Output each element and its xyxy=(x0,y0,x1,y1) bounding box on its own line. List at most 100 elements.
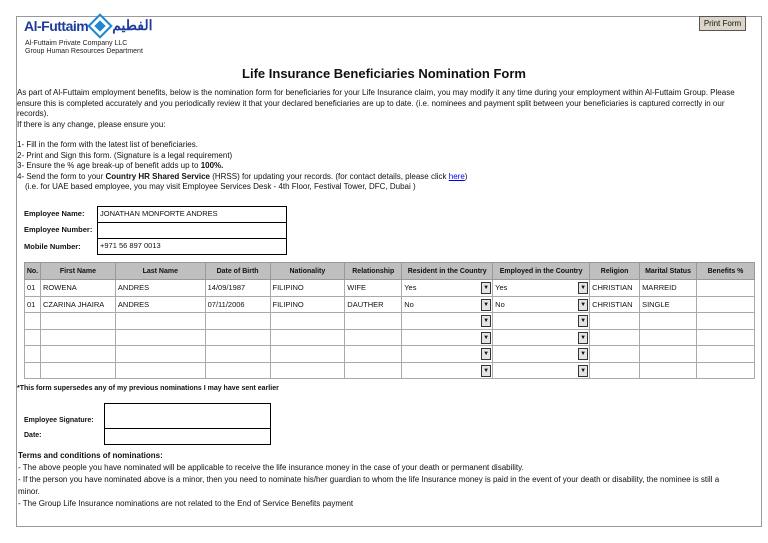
table-cell[interactable] xyxy=(696,345,755,363)
table-cell[interactable] xyxy=(24,328,41,346)
table-cell[interactable]: CZARINA JHAIRA xyxy=(39,295,116,313)
table-row: ▼ ▼ xyxy=(24,345,755,363)
table-cell[interactable] xyxy=(639,345,698,363)
dropdown-arrow-icon[interactable]: ▼ xyxy=(481,331,492,344)
signature-field[interactable] xyxy=(104,403,271,429)
table-cell[interactable] xyxy=(39,312,116,330)
table-cell[interactable] xyxy=(204,345,271,363)
table-cell[interactable] xyxy=(696,279,755,297)
table-cell[interactable] xyxy=(24,345,41,363)
table-cell[interactable] xyxy=(696,312,755,330)
table-cell[interactable]: 01 xyxy=(24,279,41,297)
dropdown-arrow-icon[interactable]: ▼ xyxy=(481,282,492,294)
table-cell[interactable]: ▼ xyxy=(492,345,591,363)
table-cell[interactable] xyxy=(589,328,641,346)
dropdown-arrow-icon[interactable]: ▼ xyxy=(481,348,492,360)
cell-value: CHRISTIAN xyxy=(592,299,633,309)
table-cell[interactable]: CHRISTIAN xyxy=(589,279,641,297)
table-cell[interactable] xyxy=(269,328,346,346)
table-cell[interactable] xyxy=(639,312,698,330)
dropdown-arrow-icon[interactable]: ▼ xyxy=(578,348,589,360)
date-label: Date: xyxy=(24,432,42,439)
cell-value: FILIPINO xyxy=(272,299,304,309)
table-cell[interactable] xyxy=(269,345,346,363)
table-cell[interactable] xyxy=(696,361,755,379)
table-cell[interactable]: Yes ▼ xyxy=(492,279,591,297)
table-cell[interactable] xyxy=(344,312,403,330)
table-cell[interactable] xyxy=(589,361,641,379)
table-cell[interactable]: 07/11/2006 xyxy=(204,295,271,313)
table-cell[interactable]: WIFE xyxy=(344,279,403,297)
table-cell[interactable]: Yes ▼ xyxy=(401,279,494,297)
table-cell[interactable]: No ▼ xyxy=(492,295,591,313)
table-cell[interactable] xyxy=(696,328,755,346)
table-cell[interactable]: 14/09/1987 xyxy=(204,279,271,297)
cell-value: FILIPINO xyxy=(272,283,304,293)
dropdown-arrow-icon[interactable]: ▼ xyxy=(578,282,589,294)
dropdown-arrow-icon[interactable]: ▼ xyxy=(578,331,589,344)
table-cell[interactable]: ANDRES xyxy=(114,279,206,297)
table-cell[interactable] xyxy=(114,328,206,346)
step-3: 3- Ensure the % age break-up of benefit … xyxy=(17,161,747,172)
table-cell[interactable]: FILIPINO xyxy=(269,295,346,313)
employee-name-field[interactable]: JONATHAN MONFORTE ANDRES xyxy=(97,206,287,223)
dropdown-arrow-icon[interactable]: ▼ xyxy=(578,364,589,377)
table-cell[interactable] xyxy=(269,312,346,330)
table-cell[interactable] xyxy=(114,361,206,379)
table-cell[interactable]: CHRISTIAN xyxy=(589,295,641,313)
table-cell[interactable] xyxy=(39,345,116,363)
term-3: - The Group Life Insurance nominations a… xyxy=(18,499,354,508)
mobile-number-field[interactable]: +971 56 897 0013 xyxy=(97,238,287,255)
table-cell[interactable] xyxy=(344,361,403,379)
table-cell[interactable]: ▼ xyxy=(492,361,591,379)
table-cell[interactable]: ROWENA xyxy=(39,279,116,297)
table-cell[interactable]: FILIPINO xyxy=(269,279,346,297)
table-cell[interactable]: ANDRES xyxy=(114,295,206,313)
table-cell[interactable] xyxy=(344,328,403,346)
dropdown-arrow-icon[interactable]: ▼ xyxy=(578,315,589,327)
table-cell[interactable]: SINGLE xyxy=(639,295,698,313)
dropdown-arrow-icon[interactable]: ▼ xyxy=(578,298,589,311)
print-form-button[interactable]: Print Form xyxy=(699,16,746,31)
employee-number-field[interactable] xyxy=(97,222,287,239)
table-cell[interactable]: 01 xyxy=(24,295,41,313)
cell-value: ANDRES xyxy=(117,283,150,293)
contact-link[interactable]: here xyxy=(449,172,465,181)
table-cell[interactable] xyxy=(639,328,698,346)
dropdown-arrow-icon[interactable]: ▼ xyxy=(481,298,492,311)
cell-value: WIFE xyxy=(347,283,367,293)
table-cell[interactable] xyxy=(39,328,116,346)
table-cell[interactable] xyxy=(24,312,41,330)
table-cell[interactable] xyxy=(114,312,206,330)
table-cell[interactable]: ▼ xyxy=(492,312,591,330)
cell-value: ANDRES xyxy=(117,299,150,309)
table-cell[interactable]: ▼ xyxy=(401,312,494,330)
beneficiaries-table: No. First Name Last Name Date of Birth Natio… xyxy=(24,262,755,379)
dropdown-arrow-icon[interactable]: ▼ xyxy=(481,315,492,327)
table-cell[interactable] xyxy=(114,345,206,363)
page-title: Life Insurance Beneficiaries Nomination … xyxy=(242,66,526,81)
table-cell[interactable] xyxy=(589,345,641,363)
cell-value: Yes xyxy=(404,283,417,293)
company-name: Al-Futtaim Private Company LLC xyxy=(25,40,128,47)
dropdown-arrow-icon[interactable]: ▼ xyxy=(481,364,492,377)
table-cell[interactable]: ▼ xyxy=(492,328,591,346)
table-cell[interactable] xyxy=(204,312,271,330)
table-cell[interactable] xyxy=(24,361,41,379)
table-cell[interactable] xyxy=(639,361,698,379)
table-cell[interactable] xyxy=(589,312,641,330)
date-field[interactable] xyxy=(104,428,271,445)
table-cell[interactable]: ▼ xyxy=(401,328,494,346)
table-cell[interactable] xyxy=(204,361,271,379)
table-cell[interactable]: DAUTHER xyxy=(344,295,403,313)
table-cell[interactable] xyxy=(696,295,755,313)
table-cell[interactable] xyxy=(269,361,346,379)
table-cell[interactable]: ▼ xyxy=(401,361,494,379)
step-4-text: 4- Send the form to your xyxy=(17,171,106,181)
table-cell[interactable] xyxy=(204,328,271,346)
table-cell[interactable]: No ▼ xyxy=(401,295,494,313)
table-cell[interactable] xyxy=(344,345,403,363)
table-cell[interactable]: MARREID xyxy=(639,279,698,297)
table-cell[interactable] xyxy=(39,361,116,379)
table-cell[interactable]: ▼ xyxy=(401,345,494,363)
